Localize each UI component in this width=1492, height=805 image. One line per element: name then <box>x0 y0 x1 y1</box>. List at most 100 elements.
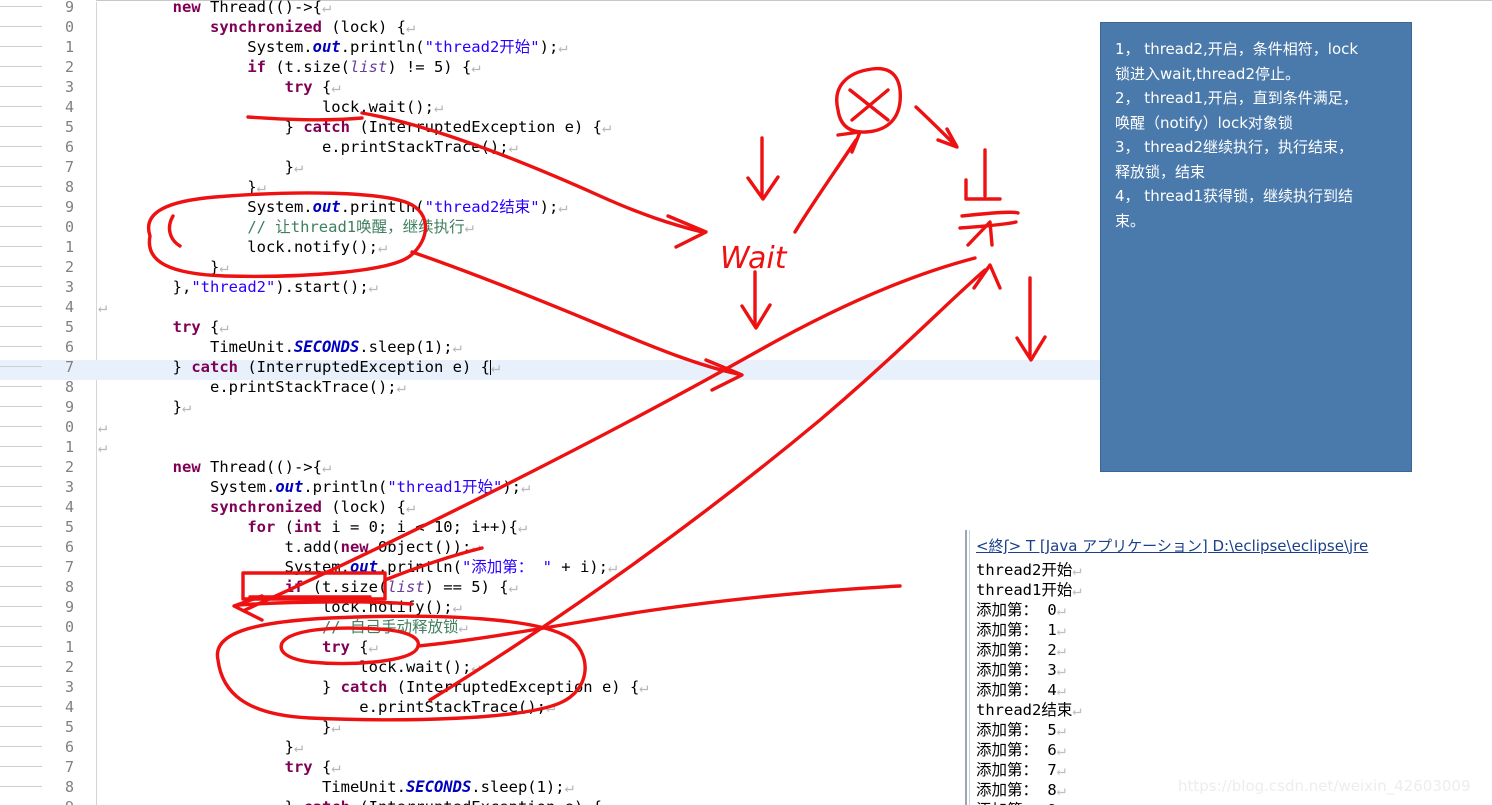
code-line[interactable]: System.out.println("thread2开始");↵ <box>98 37 567 57</box>
line-number: 9 <box>0 197 80 217</box>
line-number: 6 <box>0 137 80 157</box>
explanation-note-line: 1， thread2,开启，条件相符，lock <box>1115 40 1359 58</box>
code-line[interactable]: }↵ <box>98 737 304 757</box>
code-line[interactable]: synchronized (lock) {↵ <box>98 497 415 517</box>
code-line[interactable]: ↵ <box>98 297 107 317</box>
line-number: 4 <box>0 97 80 117</box>
code-line[interactable]: System.out.println("thread2结束");↵ <box>98 197 567 217</box>
line-number: 0 <box>0 617 80 637</box>
console-left-border <box>965 530 967 805</box>
console-line: 添加第： 6↵ <box>976 741 1067 759</box>
code-line[interactable]: if (t.size(list) == 5) {↵ <box>98 577 518 597</box>
line-number: 3 <box>0 77 80 97</box>
line-number: 0 <box>0 17 80 37</box>
code-line[interactable]: }↵ <box>98 157 304 177</box>
explanation-note-line: 2， thread1,开启，直到条件满足， <box>1115 89 1358 107</box>
explanation-note-line: 3， thread2继续执行，执行结束， <box>1115 138 1354 156</box>
console-line: 添加第： 7↵ <box>976 761 1067 779</box>
line-number: 4 <box>0 697 80 717</box>
code-line[interactable]: } catch (InterruptedException e) {↵ <box>98 357 501 377</box>
code-line[interactable]: e.printStackTrace();↵ <box>98 377 406 397</box>
line-number: 4 <box>0 297 80 317</box>
line-number: 8 <box>0 177 80 197</box>
line-number: 6 <box>0 337 80 357</box>
code-line[interactable]: // 让thread1唤醒，继续执行↵ <box>98 217 474 237</box>
code-line[interactable]: for (int i = 0; i < 10; i++){↵ <box>98 517 527 537</box>
line-number: 3 <box>0 677 80 697</box>
console-line: 添加第： 0↵ <box>976 601 1067 619</box>
code-line[interactable]: if (t.size(list) != 5) {↵ <box>98 57 480 77</box>
line-number: 6 <box>0 737 80 757</box>
explanation-note-line: 唤醒（notify）lock对象锁 <box>1115 113 1293 132</box>
console-output-panel[interactable]: <終ʃ> T [Java アプリケーション] D:\eclipse\eclips… <box>965 530 1492 805</box>
code-line[interactable]: }↵ <box>98 177 266 197</box>
code-line[interactable]: } catch (InterruptedException e) {↵ <box>98 677 649 697</box>
line-number: 2 <box>0 457 80 477</box>
console-line: thread2开始↵ <box>976 561 1082 579</box>
code-line[interactable]: lock.notify();↵ <box>98 237 387 257</box>
line-number: 3 <box>0 477 80 497</box>
code-line[interactable]: lock.notify();↵ <box>98 597 462 617</box>
line-number: 6 <box>0 537 80 557</box>
line-number: 2 <box>0 657 80 677</box>
console-line: 添加第： 5↵ <box>976 721 1067 739</box>
line-number: 5 <box>0 717 80 737</box>
code-line[interactable]: new Thread(()->{↵ <box>98 0 332 17</box>
line-number: 8 <box>0 577 80 597</box>
console-line: 添加第： 9↵ <box>976 800 1066 805</box>
line-number: 7 <box>0 557 80 577</box>
code-line[interactable]: try {↵ <box>98 77 341 97</box>
code-line[interactable]: } catch (InterruptedException e) {↵ <box>98 797 612 805</box>
line-number: 9 <box>0 597 80 617</box>
line-number: 7 <box>0 757 80 777</box>
code-line[interactable]: }↵ <box>98 257 229 277</box>
explanation-note-line: 释放锁，结束 <box>1115 162 1206 181</box>
explanation-note-text: 1， thread2,开启，条件相符，lock 锁进入wait,thread2停止… <box>1115 37 1397 233</box>
line-number: 9 <box>0 397 80 417</box>
code-line[interactable]: lock.wait();↵ <box>98 97 443 117</box>
explanation-note-line: 束。 <box>1115 211 1146 230</box>
code-line[interactable]: try {↵ <box>98 317 229 337</box>
code-line[interactable]: }↵ <box>98 717 341 737</box>
code-line[interactable]: System.out.println("添加第： " + i);↵ <box>98 557 618 577</box>
code-line[interactable]: TimeUnit.SECONDS.sleep(1);↵ <box>98 337 462 357</box>
line-number: 1 <box>0 237 80 257</box>
code-line[interactable]: synchronized (lock) {↵ <box>98 17 415 37</box>
code-line[interactable]: try {↵ <box>98 757 341 777</box>
line-number: 1 <box>0 437 80 457</box>
csdn-watermark: https://blog.csdn.net/weixin_42603009 <box>1178 777 1471 795</box>
console-line: 添加第： 1↵ <box>976 621 1067 639</box>
code-line[interactable]: ↵ <box>98 417 107 437</box>
console-line: 添加第： 2↵ <box>976 641 1067 659</box>
console-left-border-inner <box>969 530 970 805</box>
code-line[interactable]: System.out.println("thread1开始");↵ <box>98 477 530 497</box>
code-line[interactable]: ↵ <box>98 437 107 457</box>
code-line[interactable]: },"thread2").start();↵ <box>98 277 378 297</box>
line-number: 1 <box>0 637 80 657</box>
code-line[interactable]: try {↵ <box>98 637 378 657</box>
console-line: 添加第： 8↵ <box>976 781 1067 799</box>
line-number: 7 <box>0 157 80 177</box>
line-number: 5 <box>0 517 80 537</box>
line-number: 9 <box>0 797 80 805</box>
code-line[interactable]: // 自己手动释放锁↵ <box>98 617 468 637</box>
line-number: 2 <box>0 257 80 277</box>
code-line[interactable]: new Thread(()->{↵ <box>98 457 332 477</box>
line-number: 5 <box>0 317 80 337</box>
code-line[interactable]: e.printStackTrace();↵ <box>98 137 518 157</box>
code-line[interactable]: e.printStackTrace();↵ <box>98 697 555 717</box>
console-line: thread1开始↵ <box>976 581 1082 599</box>
code-line[interactable]: } catch (InterruptedException e) {↵ <box>98 117 612 137</box>
line-number: 8 <box>0 377 80 397</box>
line-number: 8 <box>0 777 80 797</box>
line-number: 3 <box>0 277 80 297</box>
line-number: 0 <box>0 417 80 437</box>
screenshot-root: 9012345678901234567890123456789012345678… <box>0 0 1492 805</box>
code-line[interactable]: TimeUnit.SECONDS.sleep(1);↵ <box>98 777 574 797</box>
console-line: 添加第： 4↵ <box>976 681 1067 699</box>
code-line[interactable]: t.add(new Object());↵ <box>98 537 481 557</box>
code-line[interactable]: }↵ <box>98 397 192 417</box>
line-number: 1 <box>0 37 80 57</box>
line-number: 0 <box>0 217 80 237</box>
code-line[interactable]: lock.wait();↵ <box>98 657 480 677</box>
